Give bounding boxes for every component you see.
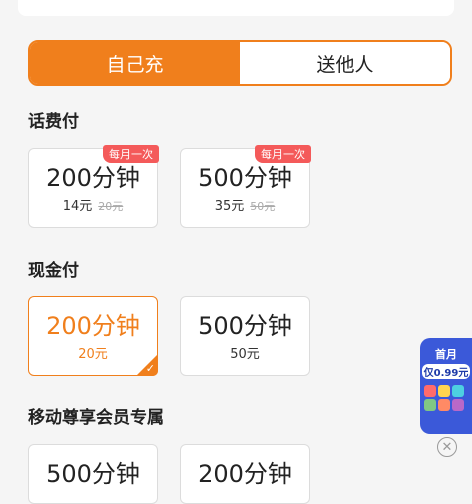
package-card-200-phone-bill[interactable]: 每月一次 200分钟 14元 20元 <box>28 145 159 228</box>
promo-price: 仅0.99元 <box>422 364 470 379</box>
app-icon <box>424 385 436 397</box>
top-card <box>18 0 454 16</box>
promo-floating-banner[interactable]: 首月 仅0.99元 <box>420 338 472 434</box>
price-line: 14元 20元 <box>63 195 124 214</box>
package-minutes: 200分钟 <box>46 311 140 340</box>
current-price: 14元 <box>62 198 93 214</box>
current-price: 20元 <box>78 346 108 362</box>
package-card-500-member[interactable]: 500分钟 <box>28 444 158 504</box>
app-icons-collage <box>420 379 472 417</box>
original-price: 50元 <box>250 199 276 213</box>
app-icon <box>424 399 436 411</box>
tab-self-recharge[interactable]: 自己充 <box>30 42 240 84</box>
package-minutes: 200分钟 <box>198 460 292 488</box>
section-title-cash: 现金付 <box>28 261 79 281</box>
price-line: 50元 <box>230 343 260 362</box>
section-title-member: 移动尊享会员专属 <box>28 408 164 428</box>
section-title-phone-bill: 话费付 <box>28 112 79 132</box>
monthly-once-badge: 每月一次 <box>103 145 159 163</box>
monthly-once-badge: 每月一次 <box>255 145 311 163</box>
package-minutes: 200分钟 <box>46 163 140 192</box>
current-price: 50元 <box>230 346 260 362</box>
price-line: 20元 <box>78 343 108 362</box>
current-price: 35元 <box>214 198 245 214</box>
close-circle-icon[interactable]: ✕ <box>437 437 457 457</box>
price-line: 35元 50元 <box>215 195 276 214</box>
app-icon <box>452 385 464 397</box>
checkmark-icon: ✓ <box>145 362 155 375</box>
package-card-200-cash[interactable]: 200分钟 20元 ✓ <box>28 296 158 376</box>
package-card-200-member[interactable]: 200分钟 <box>180 444 310 504</box>
tab-gift-to-others[interactable]: 送他人 <box>240 42 450 84</box>
recharge-target-toggle: 自己充 送他人 <box>28 40 452 86</box>
package-minutes: 500分钟 <box>198 311 292 340</box>
package-card-500-phone-bill[interactable]: 每月一次 500分钟 35元 50元 <box>180 145 311 228</box>
promo-head: 首月 <box>435 348 457 361</box>
app-icon <box>438 399 450 411</box>
package-minutes: 500分钟 <box>46 460 140 488</box>
original-price: 20元 <box>98 199 124 213</box>
package-card-500-cash[interactable]: 500分钟 50元 <box>180 296 310 376</box>
app-icon <box>452 399 464 411</box>
package-minutes: 500分钟 <box>198 163 292 192</box>
app-icon <box>438 385 450 397</box>
